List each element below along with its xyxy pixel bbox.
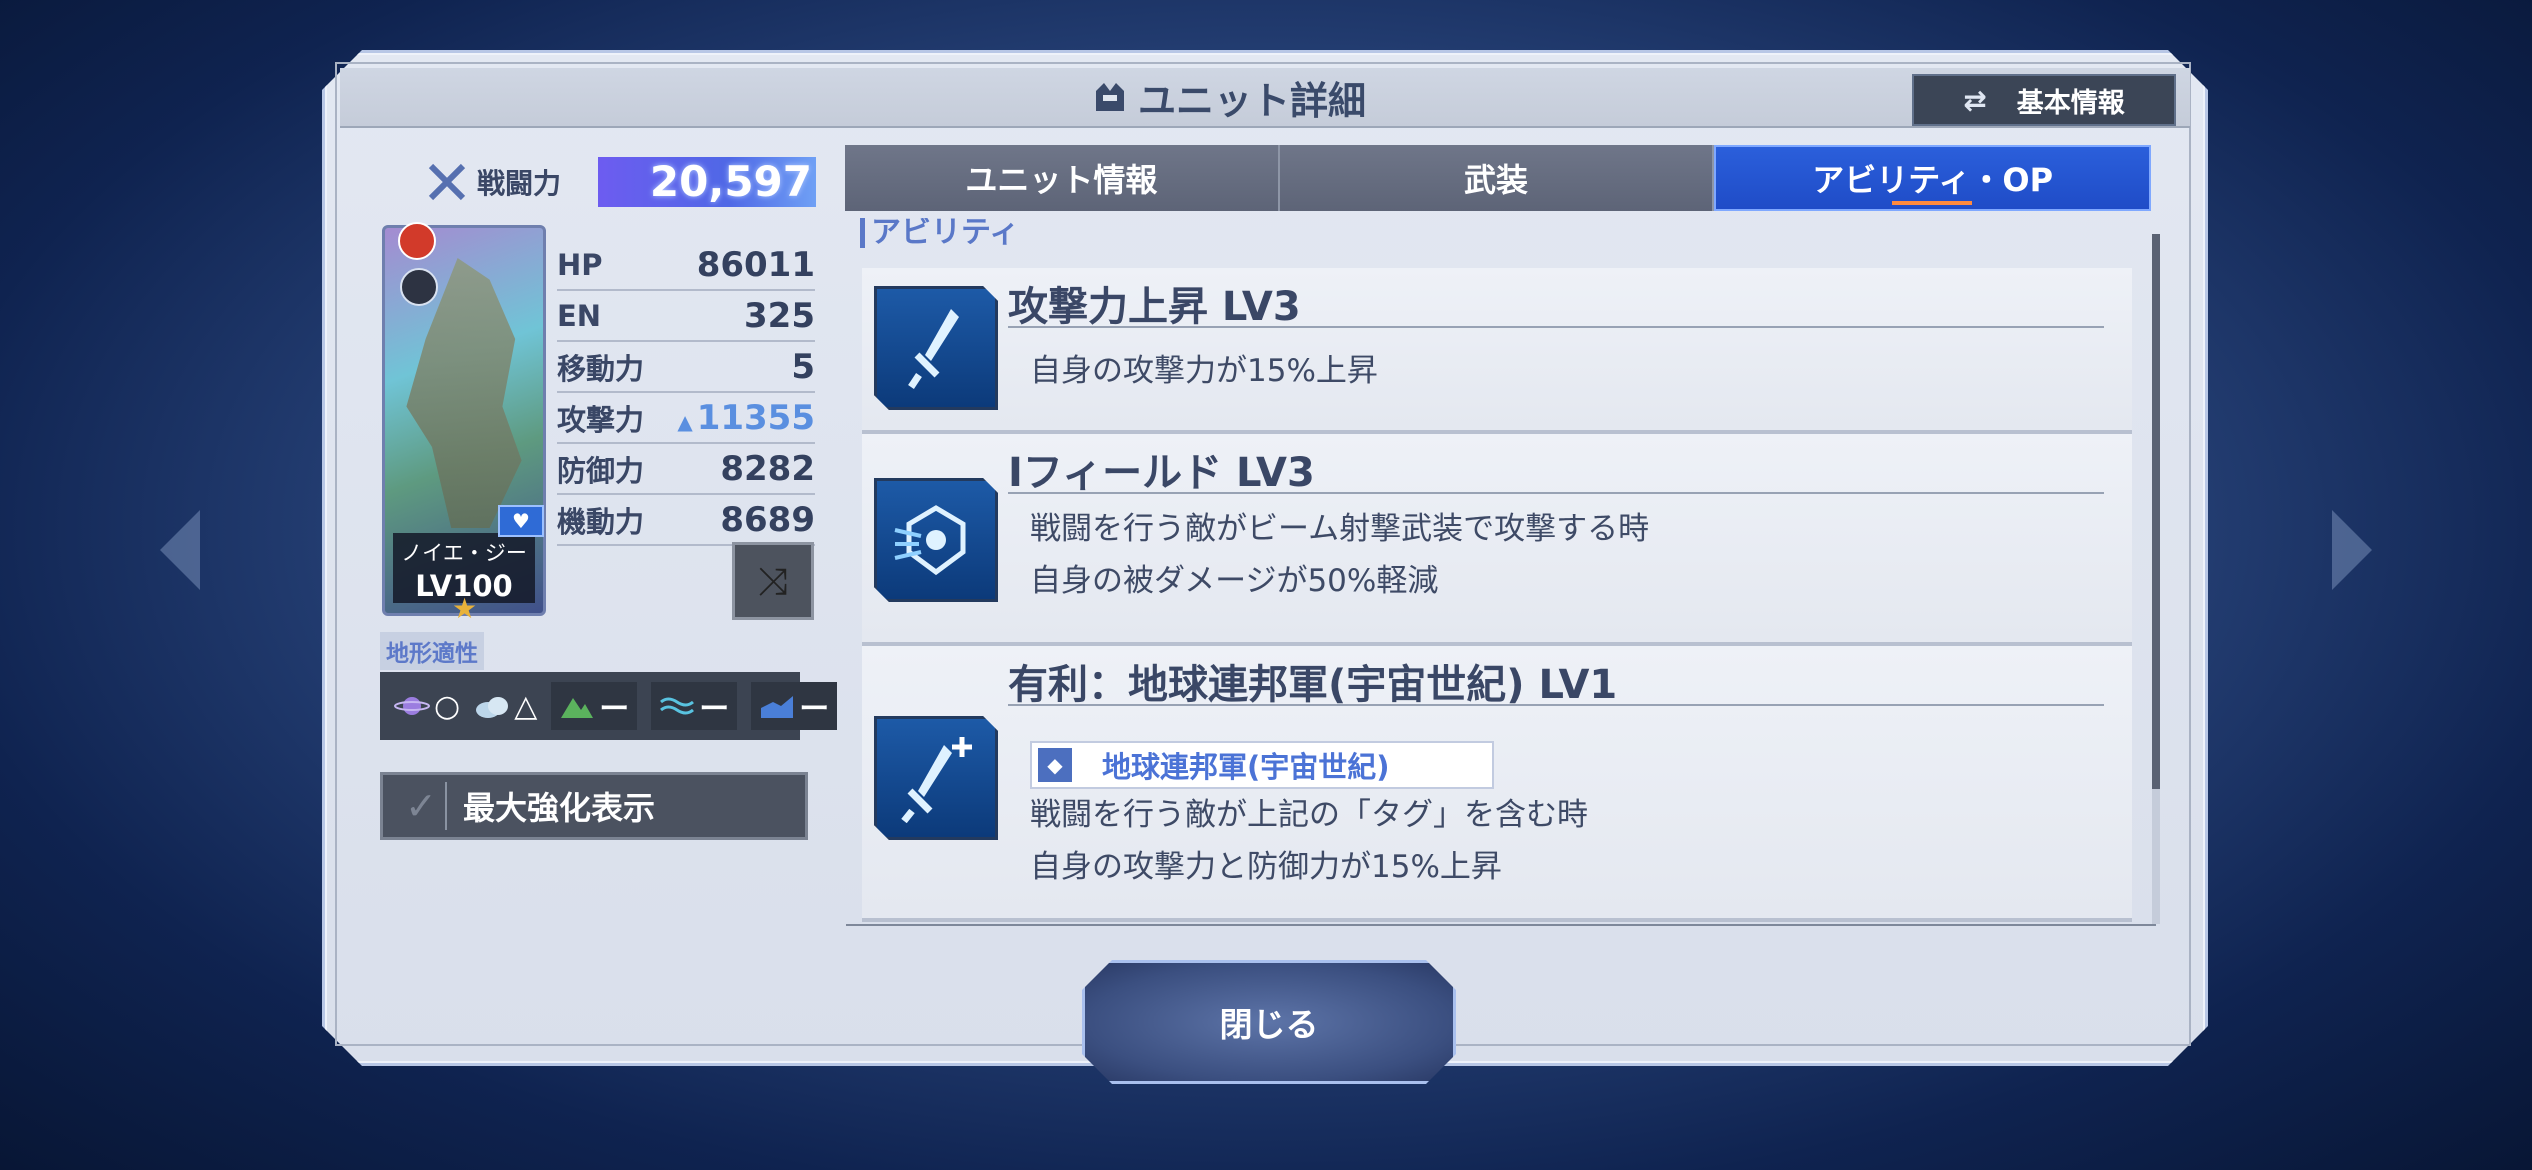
ability-card[interactable]: 有利：地球連邦軍(宇宙世紀) LV1 ◆ 地球連邦軍(宇宙世紀) 戦闘を行う敵が… <box>862 646 2132 922</box>
page-title: ユニット詳細 <box>1090 68 1366 126</box>
terrain-grade: ー <box>799 692 830 727</box>
swap-icon: ⤨ <box>757 558 789 603</box>
land-icon <box>561 698 594 718</box>
scrollbar-thumb[interactable] <box>2152 234 2160 789</box>
next-arrow-icon[interactable] <box>2332 510 2372 590</box>
unit-helmet-icon <box>1096 83 1124 111</box>
stat-label: 移動力 <box>557 351 645 386</box>
prev-arrow-icon[interactable] <box>160 510 200 590</box>
terrain-grade: ○ <box>434 688 461 724</box>
close-label: 閉じる <box>1219 1005 1319 1044</box>
space-icon <box>394 697 430 715</box>
stat-row-mobility: 機動力 8689 <box>557 495 815 546</box>
sword-icon <box>874 286 998 410</box>
terrain-air: △ <box>474 689 537 724</box>
basic-info-label: 基本情報 <box>2016 87 2125 119</box>
ability-card[interactable]: Iフィールド LV3 戦闘を行う敵がビーム射撃武装で攻撃する時 自身の被ダメージ… <box>862 434 2132 646</box>
checkbox-icon[interactable]: ✓ <box>397 782 447 830</box>
terrain-water: ー <box>651 682 738 730</box>
terrain-label: 地形適性 <box>380 632 484 670</box>
stat-label: HP <box>557 247 603 282</box>
tab-bar: ユニット情報 武装 アビリティ・OP <box>845 145 2152 211</box>
heart-icon: ♥ <box>498 505 544 537</box>
stat-value: 8282 <box>720 448 815 489</box>
underwater-icon <box>761 696 794 718</box>
stat-label: 機動力 <box>557 504 645 539</box>
terrain-grade: △ <box>514 688 538 724</box>
terrain-underwater: ー <box>751 682 838 730</box>
ability-desc: 戦闘を行う敵がビーム射撃武装で攻撃する時 <box>1030 511 1650 547</box>
stats-list: HP 86011 EN 325 移動力 5 攻撃力 11355 防御力 8282… <box>557 240 815 546</box>
type-badge-icon <box>400 268 438 306</box>
faction-emblem-icon: ◆ <box>1038 748 1072 782</box>
faction-tag-label: 地球連邦軍(宇宙世紀) <box>1102 750 1390 784</box>
shuffle-icon: ⇄ <box>1963 83 1987 117</box>
power-value: 20,597 <box>598 157 816 207</box>
star-icon: ★ <box>452 592 478 625</box>
crossed-swords-icon <box>428 163 466 201</box>
terrain-grade: ー <box>699 692 730 727</box>
tab-weapons[interactable]: 武装 <box>1279 145 1715 211</box>
max-boost-label: 最大強化表示 <box>463 789 656 827</box>
stat-value-boosted: 11355 <box>677 398 815 438</box>
terrain-box: ○ △ ー ー ー <box>380 672 838 740</box>
stat-value: 86011 <box>696 244 815 285</box>
ability-desc: 戦闘を行う敵が上記の「タグ」を含む時 <box>1030 797 1588 833</box>
sword-plus-icon <box>874 716 998 840</box>
divider <box>846 924 2156 926</box>
air-icon <box>476 697 509 718</box>
ability-card[interactable]: 攻撃力上昇 LV3 自身の攻撃力が15%上昇 <box>862 268 2132 434</box>
stat-row-defense: 防御力 8282 <box>557 444 815 495</box>
stat-row-en: EN 325 <box>557 291 815 342</box>
stat-value: 325 <box>744 295 815 336</box>
max-boost-toggle[interactable]: ✓ 最大強化表示 <box>380 772 808 840</box>
power-label: 戦闘力 <box>425 160 561 204</box>
section-title: アビリティ <box>860 218 1019 248</box>
stat-value: 8689 <box>720 499 815 540</box>
water-icon <box>660 697 695 715</box>
divider <box>1008 704 2104 706</box>
title-text: ユニット詳細 <box>1138 78 1367 123</box>
ability-desc: 自身の攻撃力が15%上昇 <box>1030 353 1378 389</box>
close-button[interactable]: 閉じる <box>1082 960 1456 1084</box>
unit-name: ノイエ・ジー <box>401 541 527 565</box>
divider <box>1008 326 2104 328</box>
attribute-badge-icon <box>398 222 436 260</box>
ability-list[interactable]: アビリティ 攻撃力上昇 LV3 自身の攻撃力が15%上昇 Iフィールド LV3 … <box>850 218 2150 923</box>
stat-row-hp: HP 86011 <box>557 240 815 291</box>
stat-label: 防御力 <box>557 453 645 488</box>
stat-label: 攻撃力 <box>557 402 645 437</box>
terrain-space: ○ <box>394 689 460 724</box>
tab-label: ユニット情報 <box>965 161 1158 199</box>
basic-info-button[interactable]: ⇄ 基本情報 <box>1912 74 2176 126</box>
faction-tag: ◆ 地球連邦軍(宇宙世紀) <box>1030 741 1494 789</box>
stat-label: EN <box>557 298 602 333</box>
ability-desc: 自身の被ダメージが50%軽減 <box>1030 563 1439 599</box>
ability-desc: 自身の攻撃力と防御力が15%上昇 <box>1030 849 1502 885</box>
stat-row-attack: 攻撃力 11355 <box>557 393 815 444</box>
terrain-land: ー <box>551 682 638 730</box>
tab-label: アビリティ・OP <box>1812 161 2054 199</box>
swap-unit-button[interactable]: ⤨ <box>732 542 814 620</box>
power-value-text: 20,597 <box>649 157 812 206</box>
tab-label: 武装 <box>1464 161 1529 199</box>
ability-name: 有利：地球連邦軍(宇宙世紀) LV1 <box>1008 662 1618 708</box>
shield-field-icon <box>874 478 998 602</box>
scrollbar[interactable] <box>2152 234 2160 924</box>
stat-row-move: 移動力 5 <box>557 342 815 393</box>
ability-name: 攻撃力上昇 LV3 <box>1008 284 1301 330</box>
divider <box>1008 492 2104 494</box>
power-label-text: 戦闘力 <box>477 167 562 200</box>
stat-value: 5 <box>791 346 815 387</box>
tab-ability-op[interactable]: アビリティ・OP <box>1714 145 2152 211</box>
ability-name: Iフィールド LV3 <box>1008 450 1315 496</box>
tab-unit-info[interactable]: ユニット情報 <box>845 145 1280 211</box>
terrain-grade: ー <box>599 692 630 727</box>
